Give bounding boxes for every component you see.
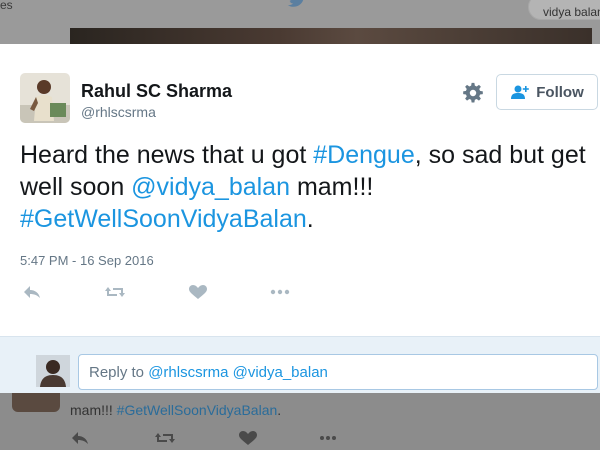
reply-input[interactable]: Reply to @rhlscsrma @vidya_balan (78, 354, 598, 390)
author-handle[interactable]: @rhlscsrma (81, 104, 156, 120)
follow-button[interactable]: Follow (496, 74, 598, 110)
hashtag-getwellsoon[interactable]: #GetWellSoonVidyaBalan (20, 205, 307, 233)
background-avatar (12, 392, 60, 412)
author-name[interactable]: Rahul SC Sharma (81, 81, 232, 102)
background-reply-icon (72, 432, 88, 444)
background-like-icon (239, 431, 257, 445)
tweet-text: Heard the news that u got #Dengue, so sa… (20, 141, 586, 233)
reply-icon[interactable] (22, 284, 42, 300)
background-tab-label: es (0, 0, 13, 12)
mention-vidya-balan[interactable]: @vidya_balan (131, 173, 290, 201)
background-tweet-text: mam!!! #GetWellSoonVidyaBalan. (70, 402, 282, 418)
gear-icon[interactable] (462, 82, 484, 104)
follow-person-icon (511, 85, 530, 99)
retweet-icon[interactable] (104, 284, 126, 300)
hashtag-dengue[interactable]: #Dengue (313, 141, 414, 169)
background-retweet-icon (155, 433, 175, 443)
background-more-icon (320, 436, 336, 440)
twitter-bird-icon (287, 0, 304, 7)
current-user-avatar (36, 355, 70, 387)
author-avatar[interactable] (20, 73, 70, 123)
background-tweet (0, 392, 600, 450)
tweet-timestamp[interactable]: 5:47 PM - 16 Sep 2016 (20, 253, 154, 268)
background-search-box: vidya balan (528, 0, 600, 20)
more-icon[interactable] (269, 284, 291, 300)
like-icon[interactable] (188, 284, 208, 300)
follow-label: Follow (536, 83, 584, 101)
